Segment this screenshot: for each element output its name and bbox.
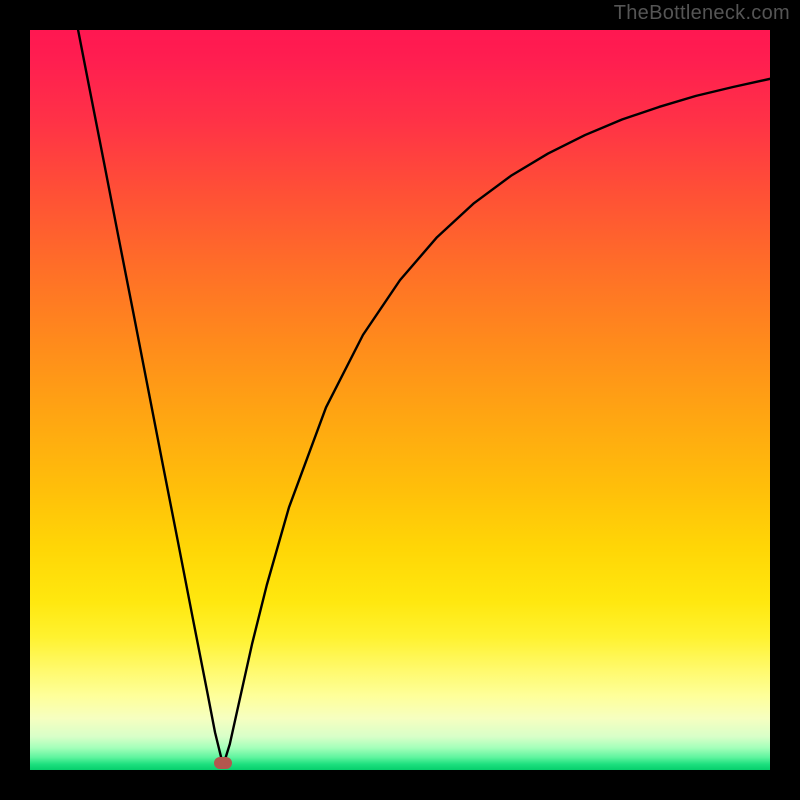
chart-frame: TheBottleneck.com <box>0 0 800 800</box>
bottleneck-curve <box>78 30 770 766</box>
minimum-marker <box>214 757 232 769</box>
curve-svg <box>30 30 770 770</box>
watermark-text: TheBottleneck.com <box>614 2 790 25</box>
plot-area <box>30 30 770 770</box>
